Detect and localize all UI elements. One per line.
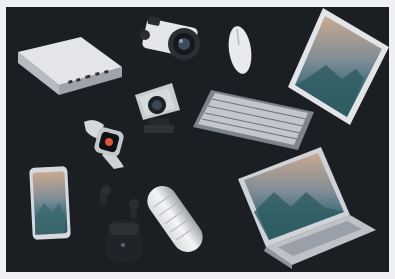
image-frame [0,0,395,279]
wireless-mouse-icon [228,26,252,74]
portable-speaker-icon [147,185,203,253]
keyboard-icon [193,90,314,150]
laptop-icon [238,147,376,269]
smartphone-icon [29,166,71,240]
mac-mini-icon [18,37,122,95]
earbuds-case-icon [100,185,141,262]
tablet-icon [288,8,389,125]
action-camera-icon [135,83,180,133]
product-collage [6,7,389,272]
mirrorless-camera-icon [140,16,200,60]
smartwatch-icon [84,120,124,169]
collage-svg [18,8,389,269]
